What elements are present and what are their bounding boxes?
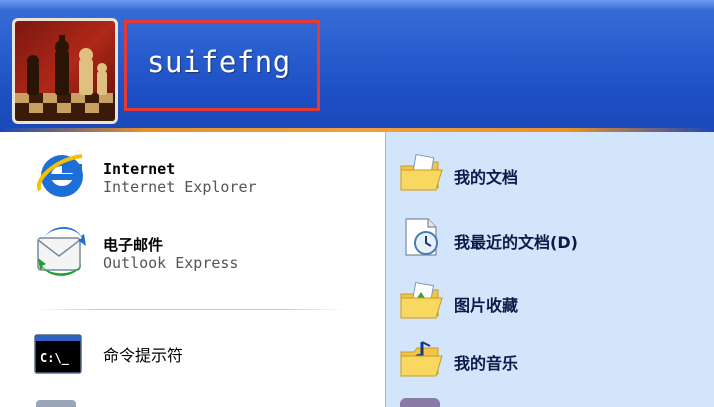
menu-item-outlook-express[interactable]: 电子邮件 Outlook Express: [30, 222, 350, 278]
my-music-folder-icon: [398, 338, 444, 384]
internet-explorer-icon: [32, 152, 88, 206]
command-prompt-icon: C:\_: [34, 334, 82, 378]
my-pictures-label: 图片收藏: [454, 296, 519, 315]
my-documents-label: 我的文档: [454, 168, 519, 187]
email-title: 电子邮件: [103, 236, 164, 254]
outlook-express-icon: [34, 224, 88, 280]
my-pictures-folder-icon: [398, 280, 444, 326]
place-my-documents[interactable]: 我的文档: [396, 150, 696, 196]
left-next-item-peek: [36, 400, 76, 407]
internet-subtitle: Internet Explorer: [103, 178, 257, 196]
my-music-label: 我的音乐: [454, 354, 519, 373]
email-subtitle: Outlook Express: [103, 254, 239, 272]
menu-item-command-prompt[interactable]: C:\_ 命令提示符: [30, 330, 350, 376]
svg-text:C:\_: C:\_: [40, 351, 70, 366]
recent-documents-icon: [400, 215, 446, 263]
user-avatar[interactable]: [12, 18, 118, 124]
place-my-music[interactable]: 我的音乐: [396, 336, 696, 382]
place-recent-documents[interactable]: 我最近的文档(D): [396, 213, 706, 261]
my-documents-folder-icon: [398, 152, 444, 198]
recent-documents-label: 我最近的文档(D): [454, 233, 578, 252]
internet-title: Internet: [103, 160, 176, 178]
menu-item-internet-explorer[interactable]: Internet Internet Explorer: [30, 150, 350, 200]
header-shine: [0, 0, 714, 10]
pinned-separator: [36, 309, 346, 310]
start-menu-header: suifefng: [0, 0, 714, 132]
place-my-pictures[interactable]: 图片收藏: [396, 278, 696, 324]
command-prompt-label: 命令提示符: [103, 346, 184, 365]
username-label: suifefng: [147, 45, 291, 79]
right-next-item-peek: [400, 398, 440, 407]
